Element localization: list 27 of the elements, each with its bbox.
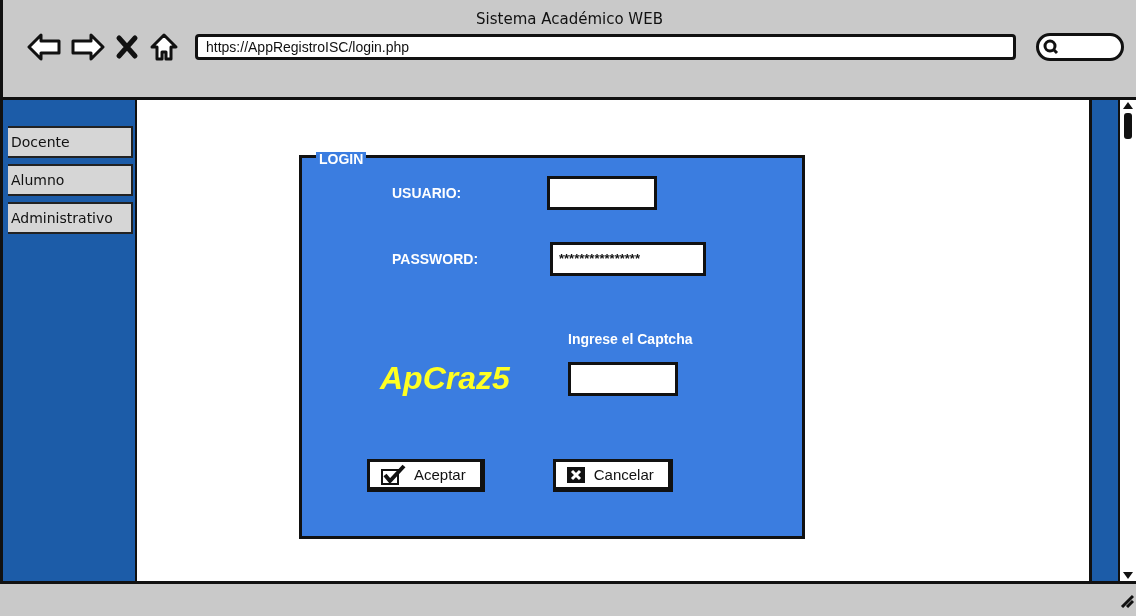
captcha-field[interactable] <box>568 361 678 396</box>
cancel-icon <box>565 465 586 484</box>
password-field[interactable]: **************** <box>550 242 706 276</box>
check-icon <box>380 463 406 486</box>
accept-button[interactable]: Aceptar <box>367 459 485 492</box>
panel-title: LOGIN <box>316 152 367 166</box>
sidebar-item[interactable]: Docente <box>8 126 133 158</box>
field-label: USUARIO: <box>392 185 463 201</box>
scroll-thumb[interactable] <box>1124 113 1132 139</box>
field-label: PASSWORD: <box>392 251 480 267</box>
window-title: Sistema Académico WEB <box>476 10 663 28</box>
resize-grip-icon[interactable] <box>1118 592 1134 608</box>
scroll-down-icon[interactable] <box>1122 571 1134 581</box>
url-field[interactable]: https://AppRegistroISC/login.php <box>195 34 1016 60</box>
cancel-button[interactable]: Cancelar <box>552 459 673 492</box>
home-icon[interactable] <box>149 32 179 62</box>
sidebar-item[interactable]: Alumno <box>8 164 133 196</box>
forward-arrow-icon[interactable] <box>71 32 105 62</box>
username-field[interactable] <box>547 176 657 210</box>
captcha-prompt: Ingrese el Captcha <box>568 331 693 347</box>
search-icon <box>1043 39 1059 55</box>
scroll-up-icon[interactable] <box>1122 100 1134 110</box>
back-arrow-icon[interactable] <box>27 32 61 62</box>
sidebar-item[interactable]: Administrativo <box>8 202 133 234</box>
captcha-code: ApCraz5 <box>380 360 511 397</box>
search-field[interactable] <box>1036 33 1124 61</box>
close-icon[interactable] <box>115 32 139 62</box>
